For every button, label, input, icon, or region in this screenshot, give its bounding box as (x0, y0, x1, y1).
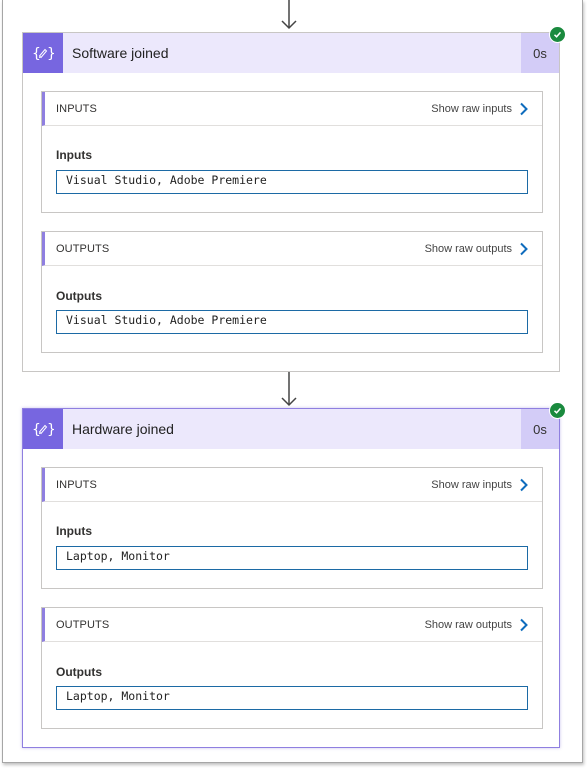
outputs-value-field[interactable]: Laptop, Monitor (56, 686, 528, 710)
show-raw-outputs-label: Show raw outputs (424, 242, 512, 255)
outputs-value-field[interactable]: Visual Studio, Adobe Premiere (56, 310, 528, 334)
action-title: Hardware joined (72, 421, 174, 437)
inputs-section-header: INPUTS Show raw inputs (42, 468, 542, 502)
check-circle-icon (549, 402, 566, 419)
action-card-hardware-joined[interactable]: { } Hardware joined 0s INPUTS Show raw i… (22, 402, 566, 748)
outputs-section-header: OUTPUTS Show raw outputs (42, 232, 542, 266)
chevron-right-icon (520, 618, 528, 631)
chevron-right-icon (520, 102, 528, 115)
inputs-value-field[interactable]: Laptop, Monitor (56, 546, 528, 570)
outputs-section: OUTPUTS Show raw outputs Outputs Laptop,… (41, 607, 543, 729)
show-raw-outputs-link[interactable]: Show raw outputs (425, 242, 528, 256)
inputs-section-label: INPUTS (56, 478, 97, 491)
outputs-section: OUTPUTS Show raw outputs Outputs Visual … (41, 231, 543, 353)
show-raw-inputs-link[interactable]: Show raw inputs (431, 478, 528, 492)
svg-text:{: { (32, 46, 41, 62)
outputs-section-header: OUTPUTS Show raw outputs (42, 608, 542, 642)
show-raw-outputs-link[interactable]: Show raw outputs (425, 618, 528, 632)
inputs-section: INPUTS Show raw inputs Inputs Visual Stu… (41, 91, 543, 213)
check-circle-icon (549, 26, 566, 43)
data-operation-icon: { } (23, 33, 63, 73)
inputs-field-label: Inputs (56, 148, 92, 162)
svg-text:}: } (47, 46, 54, 62)
action-title: Software joined (72, 45, 169, 61)
show-raw-outputs-label: Show raw outputs (424, 618, 512, 631)
action-card-header[interactable]: { } Hardware joined 0s (23, 402, 566, 449)
chevron-right-icon (520, 242, 528, 255)
outputs-section-label: OUTPUTS (56, 242, 110, 255)
inputs-field-label: Inputs (56, 524, 92, 538)
outputs-section-label: OUTPUTS (56, 618, 110, 631)
inputs-section-label: INPUTS (56, 102, 97, 115)
svg-text:}: } (47, 422, 54, 438)
inputs-section-header: INPUTS Show raw inputs (42, 92, 542, 126)
outputs-field-label: Outputs (56, 665, 102, 679)
show-raw-inputs-label: Show raw inputs (431, 102, 512, 115)
chevron-right-icon (520, 478, 528, 491)
action-card-header[interactable]: { } Software joined 0s (23, 26, 566, 73)
run-history-pane: { } Software joined 0s INPUTS Show raw i… (2, 0, 583, 763)
flow-arrow-icon (281, 372, 297, 407)
svg-text:{: { (32, 422, 41, 438)
show-raw-inputs-link[interactable]: Show raw inputs (431, 102, 528, 116)
action-card-software-joined[interactable]: { } Software joined 0s INPUTS Show raw i… (22, 26, 566, 372)
flow-arrow-icon (281, 0, 297, 30)
data-operation-icon: { } (23, 409, 63, 449)
inputs-section: INPUTS Show raw inputs Inputs Laptop, Mo… (41, 467, 543, 589)
outputs-field-label: Outputs (56, 289, 102, 303)
inputs-value-field[interactable]: Visual Studio, Adobe Premiere (56, 170, 528, 194)
show-raw-inputs-label: Show raw inputs (431, 478, 512, 491)
